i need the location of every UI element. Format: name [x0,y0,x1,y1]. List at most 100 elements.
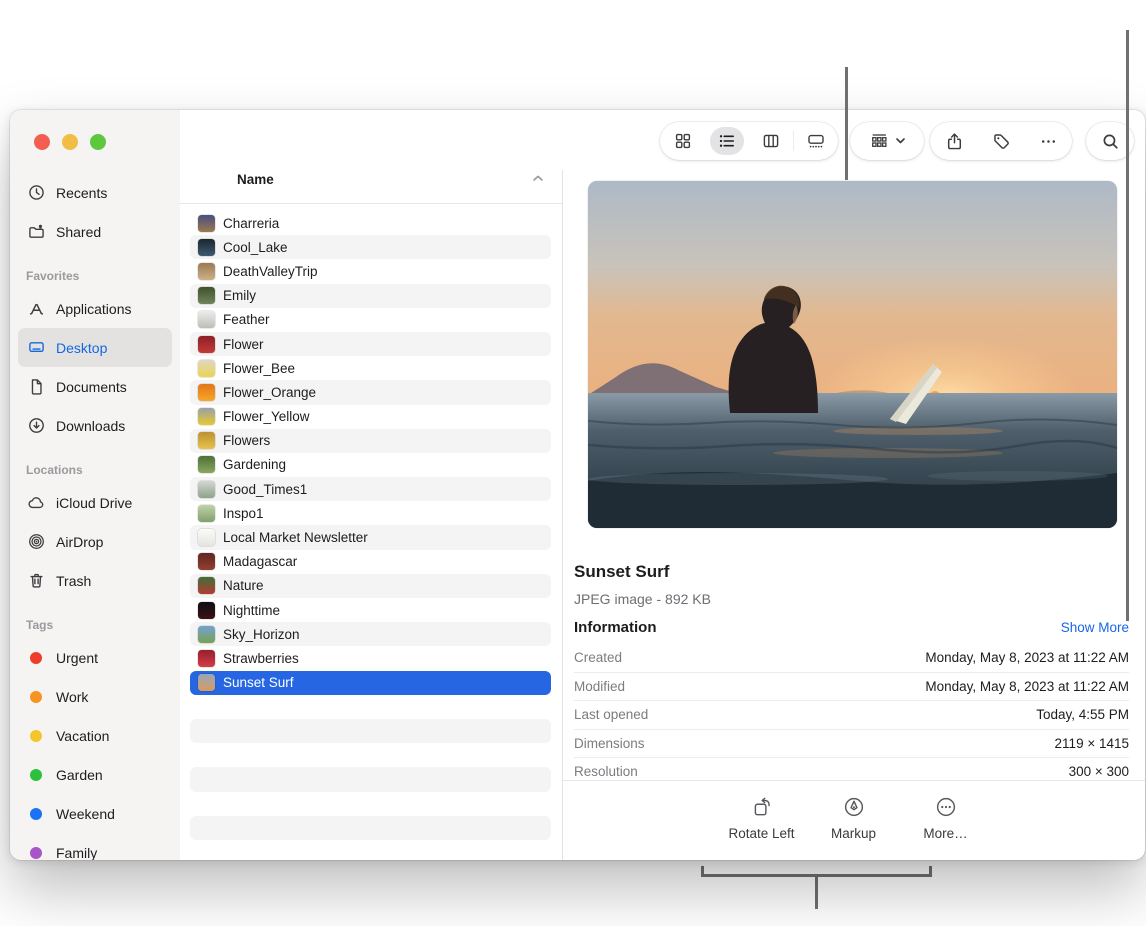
info-value: 300 × 300 [1069,764,1129,779]
info-value: Monday, May 8, 2023 at 11:22 AM [925,650,1129,665]
sidebar-item-work[interactable]: Work [18,677,172,716]
file-row-madagascar[interactable]: Madagascar [190,550,551,574]
file-row-inspo1[interactable]: Inspo1 [190,501,551,525]
sidebar-item-weekend[interactable]: Weekend [18,794,172,833]
minimize-button[interactable] [62,134,78,150]
sidebar-item-label: Work [56,689,88,705]
information-header: Information [574,619,657,636]
file-row-gardening[interactable]: Gardening [190,453,551,477]
file-name: Flower_Yellow [223,409,310,424]
empty-row [190,767,551,791]
sidebar-item-icloud-drive[interactable]: iCloud Drive [18,483,172,522]
trash-icon [26,571,46,591]
sidebar-section-favorites: Favorites [10,251,180,289]
tag-dot [26,648,46,668]
sidebar-item-downloads[interactable]: Downloads [18,406,172,445]
file-thumbnail [198,481,215,498]
sort-ascending-icon[interactable] [532,174,544,182]
sidebar-item-family[interactable]: Family [18,833,172,860]
file-row-charreria[interactable]: Charreria [190,211,551,235]
file-thumbnail [198,529,215,546]
file-name: Emily [223,288,256,303]
column-view-button[interactable] [749,122,793,160]
sidebar-item-urgent[interactable]: Urgent [18,638,172,677]
sidebar-item-vacation[interactable]: Vacation [18,716,172,755]
file-row-emily[interactable]: Emily [190,284,551,308]
file-row-sky-horizon[interactable]: Sky_Horizon [190,622,551,646]
sidebar-item-applications[interactable]: Applications [18,289,172,328]
file-row-flower-bee[interactable]: Flower_Bee [190,356,551,380]
preview-file-title: Sunset Surf [574,562,669,582]
show-more-link[interactable]: Show More [1061,620,1129,635]
shared-folder-icon [26,222,46,242]
document-icon [26,377,46,397]
info-label: Modified [574,679,625,694]
file-row-flower[interactable]: Flower [190,332,551,356]
share-icon [945,132,964,151]
list-view-icon [718,132,736,150]
info-value: Today, 4:55 PM [1036,707,1129,722]
close-button[interactable] [34,134,50,150]
file-row-local-market-newsletter[interactable]: Local Market Newsletter [190,525,551,549]
sidebar-item-trash[interactable]: Trash [18,561,172,600]
zoom-button[interactable] [90,134,106,150]
action-label: More… [923,826,967,841]
action-markup[interactable]: Markup [819,794,889,841]
tag-dot [26,765,46,785]
empty-row [190,816,551,840]
file-name: Nighttime [223,603,280,618]
info-row-created: Created Monday, May 8, 2023 at 11:22 AM [574,644,1129,672]
sidebar-item-garden[interactable]: Garden [18,755,172,794]
action-rotate-left[interactable]: Rotate Left [727,794,797,841]
file-name: Local Market Newsletter [223,530,368,545]
file-row-nighttime[interactable]: Nighttime [190,598,551,622]
sidebar-item-recents[interactable]: Recents [18,173,172,212]
callout-line-toolbar [845,67,848,180]
column-header-name[interactable]: Name [237,172,274,187]
file-name: Flower_Bee [223,361,295,376]
file-thumbnail [198,674,215,691]
file-row-flower-orange[interactable]: Flower_Orange [190,380,551,404]
pane-divider[interactable] [562,170,563,860]
tags-button[interactable] [978,122,1025,160]
file-row-flowers[interactable]: Flowers [190,429,551,453]
file-row-cool-lake[interactable]: Cool_Lake [190,235,551,259]
app-store-icon [26,299,46,319]
gallery-view-button[interactable] [794,122,838,160]
tag-icon [992,132,1011,151]
icon-view-button[interactable] [661,122,705,160]
action-more[interactable]: More… [911,794,981,841]
share-button[interactable] [931,122,978,160]
empty-row [190,695,551,719]
file-thumbnail [198,626,215,643]
file-row-sunset-surf[interactable]: Sunset Surf [190,671,551,695]
file-thumbnail [198,456,215,473]
info-label: Created [574,650,622,665]
file-row-flower-yellow[interactable]: Flower_Yellow [190,405,551,429]
file-name: Flower_Orange [223,385,316,400]
file-row-nature[interactable]: Nature [190,574,551,598]
file-name: Inspo1 [223,506,264,521]
file-row-good-times1[interactable]: Good_Times1 [190,477,551,501]
sidebar-item-shared[interactable]: Shared [18,212,172,251]
file-row-deathvalleytrip[interactable]: DeathValleyTrip [190,259,551,283]
sidebar-item-label: Recents [56,185,107,201]
file-thumbnail [198,602,215,619]
sidebar-item-label: Applications [56,301,132,317]
sidebar-item-documents[interactable]: Documents [18,367,172,406]
file-thumbnail [198,287,215,304]
gallery-view-icon [807,132,825,150]
group-by-button[interactable] [850,122,924,160]
file-row-feather[interactable]: Feather [190,308,551,332]
list-view-button[interactable] [705,122,749,160]
action-label: Markup [831,826,876,841]
sidebar-item-desktop[interactable]: Desktop [18,328,172,367]
file-name: Good_Times1 [223,482,307,497]
file-row-strawberries[interactable]: Strawberries [190,646,551,670]
more-toolbar-button[interactable] [1025,122,1072,160]
file-name: DeathValleyTrip [223,264,318,279]
chevron-down-icon [896,138,905,144]
preview-file-meta: JPEG image - 892 KB [574,591,711,607]
sidebar-item-airdrop[interactable]: AirDrop [18,522,172,561]
sunset-surf-photo [588,181,1117,528]
